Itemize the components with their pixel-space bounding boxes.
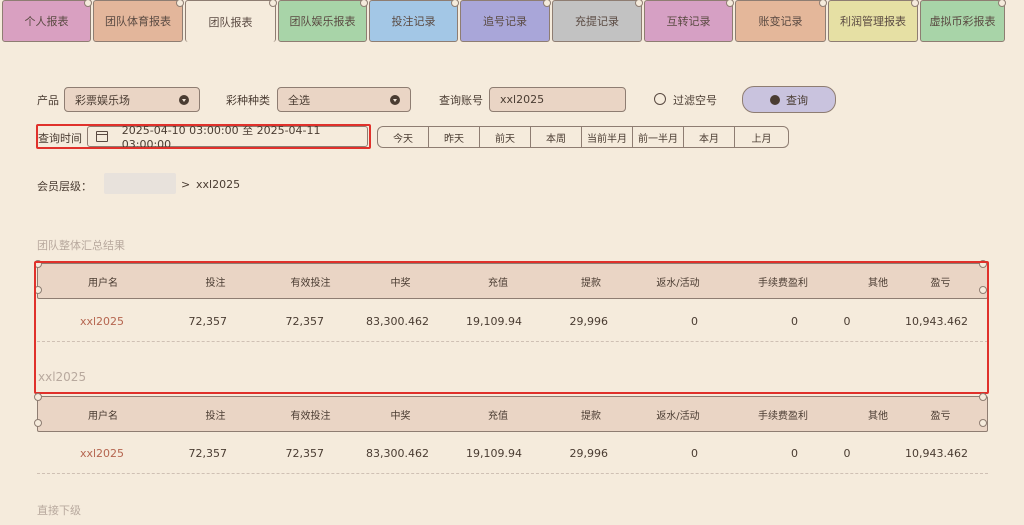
lottery-type-select-value: 全选 — [288, 93, 310, 107]
tab-corner-decoration — [269, 0, 277, 7]
quick-range-button[interactable]: 本周 — [531, 127, 582, 147]
tab-corner-decoration — [726, 0, 734, 7]
table-cell: 29,996 — [569, 446, 609, 460]
tab-0[interactable]: 个人报表 — [2, 0, 92, 42]
tab-2[interactable]: 团队报表 — [185, 0, 277, 42]
column-header: 中奖 — [390, 410, 411, 422]
chevron-down-icon — [179, 95, 189, 105]
table-cell: 0 — [791, 446, 798, 460]
tab-label: 利润管理报表 — [840, 15, 906, 28]
blurred-parent-account — [104, 173, 176, 194]
quick-range-button[interactable]: 当前半月 — [582, 127, 633, 147]
chevron-down-icon — [390, 95, 400, 105]
product-label: 产品 — [37, 94, 59, 107]
tab-corner-decoration — [451, 0, 459, 7]
quick-range-button[interactable]: 本月 — [684, 127, 735, 147]
account-label: 查询账号 — [439, 94, 483, 107]
tab-label: 充提记录 — [575, 15, 619, 28]
tab-corner-decoration — [635, 0, 643, 7]
filter-empty-radio[interactable] — [654, 93, 666, 105]
tab-10[interactable]: 虚拟币彩报表 — [920, 0, 1006, 42]
query-button-label: 查询 — [786, 93, 808, 107]
query-button[interactable]: 查询 — [742, 86, 836, 113]
username-link[interactable]: xxl2025 — [37, 433, 167, 473]
tab-6[interactable]: 充提记录 — [552, 0, 643, 42]
column-header: 提款 — [581, 410, 601, 422]
table-cell: 83,300.462 — [366, 446, 429, 460]
tab-9[interactable]: 利润管理报表 — [828, 0, 919, 42]
header-corner-decoration — [34, 393, 42, 401]
quick-range-button[interactable]: 今天 — [378, 127, 429, 147]
column-header: 盈亏 — [930, 410, 951, 422]
member-level-user[interactable]: xxl2025 — [196, 178, 240, 191]
subordinates-title: 直接下级 — [37, 504, 81, 517]
member-level-separator: > — [181, 178, 191, 191]
tab-3[interactable]: 团队娱乐报表 — [278, 0, 368, 42]
tab-bar: 个人报表 团队体育报表 团队报表 团队娱乐报表 投注记录 追号记录 充提记录 互转记录 账变记录… — [0, 0, 1024, 43]
tab-label: 互转记录 — [666, 15, 711, 28]
tab-label: 团队体育报表 — [105, 15, 171, 28]
tab-label: 个人报表 — [24, 15, 69, 28]
header-corner-decoration — [34, 419, 42, 427]
quick-range-group: 今天 昨天 前天 本周 当前半月 前一半月 本月 上月 — [377, 126, 789, 148]
member-level-label: 会员层级： — [37, 180, 92, 193]
tab-corner-decoration — [360, 0, 368, 7]
tab-corner-decoration — [998, 0, 1006, 7]
column-header: 充值 — [488, 410, 508, 422]
quick-range-button[interactable]: 前一半月 — [633, 127, 684, 147]
column-header: 有效投注 — [290, 410, 331, 422]
table-cell: 19,109.94 — [466, 446, 522, 460]
column-header: 投注 — [205, 410, 226, 422]
user-table-row: xxl2025 72,357 72,357 83,300.462 19,109.94 29… — [37, 433, 988, 473]
quick-range-button[interactable]: 上月 — [735, 127, 788, 147]
quick-range-button[interactable]: 昨天 — [429, 127, 480, 147]
user-table-header: 用户名 投注 有效投注 中奖 充值 提款 返水/活动 手续费盈利 其他 盈亏 — [34, 393, 988, 432]
account-input[interactable]: xxl2025 — [489, 87, 626, 112]
product-select[interactable]: 彩票娱乐场 — [64, 87, 200, 112]
row-divider — [37, 473, 988, 474]
search-icon — [770, 94, 780, 105]
lottery-type-select[interactable]: 全选 — [277, 87, 411, 112]
tab-label: 账变记录 — [758, 15, 803, 28]
table-cell: 0 — [843, 446, 851, 460]
tab-corner-decoration — [543, 0, 551, 7]
lottery-type-label: 彩种种类 — [226, 94, 270, 107]
table-cell: 72,357 — [285, 446, 325, 460]
summary-title: 团队整体汇总结果 — [37, 239, 125, 252]
account-input-value: xxl2025 — [500, 93, 545, 106]
tab-label: 团队娱乐报表 — [289, 15, 356, 28]
tab-label: 追号记录 — [483, 15, 527, 28]
highlight-summary-box — [34, 261, 989, 394]
filter-empty-label: 过滤空号 — [673, 94, 717, 107]
table-cell: 10,943.462 — [905, 446, 968, 460]
table-cell: 72,357 — [188, 446, 228, 460]
column-header: 用户名 — [88, 410, 118, 422]
tab-5[interactable]: 追号记录 — [460, 0, 551, 42]
header-corner-decoration — [979, 393, 987, 401]
tab-label: 团队报表 — [208, 15, 253, 29]
header-corner-decoration — [979, 419, 987, 427]
tab-4[interactable]: 投注记录 — [369, 0, 459, 42]
quick-range-button[interactable]: 前天 — [480, 127, 531, 147]
column-header: 返水/活动 — [656, 410, 700, 422]
tab-8[interactable]: 账变记录 — [735, 0, 827, 42]
table-cell: 0 — [691, 446, 698, 460]
column-header: 手续费盈利 — [758, 410, 808, 422]
tab-label: 虚拟币彩报表 — [929, 15, 996, 28]
tab-corner-decoration — [911, 0, 919, 7]
tab-corner-decoration — [84, 0, 92, 7]
highlight-time-box — [36, 124, 371, 149]
tab-corner-decoration — [819, 0, 827, 7]
product-select-value: 彩票娱乐场 — [75, 93, 130, 107]
tab-corner-decoration — [176, 0, 184, 7]
tab-7[interactable]: 互转记录 — [644, 0, 734, 42]
tab-label: 投注记录 — [391, 15, 436, 28]
tab-1[interactable]: 团队体育报表 — [93, 0, 184, 42]
